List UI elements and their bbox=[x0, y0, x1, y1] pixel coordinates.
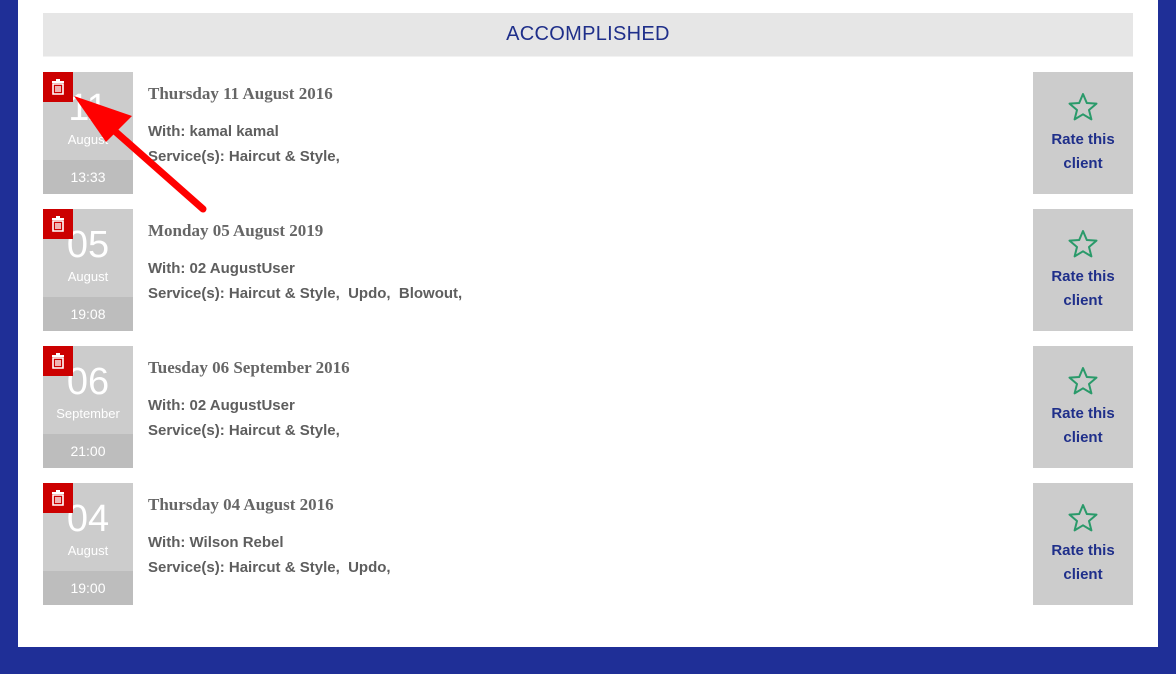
rate-label-line-1: Rate this bbox=[1051, 542, 1115, 559]
rate-client-label: Rate this client bbox=[1033, 402, 1133, 450]
date-month: September bbox=[56, 406, 120, 421]
rate-label-line-2: client bbox=[1063, 429, 1103, 446]
appointment-with: With: kamal kamal bbox=[148, 123, 279, 140]
date-badge: 06 September 21:00 bbox=[43, 346, 133, 468]
appointment-with: With: 02 AugustUser bbox=[148, 397, 295, 414]
delete-appointment-button[interactable] bbox=[43, 209, 73, 239]
appointment-card: 06 September 21:00 Tuesday 06 September … bbox=[43, 346, 1133, 468]
date-badge: 11 August 13:33 bbox=[43, 72, 133, 194]
appointment-date-title: Monday 05 August 2019 bbox=[148, 221, 324, 240]
trash-icon bbox=[52, 216, 64, 232]
appointment-services: Service(s): Haircut & Style, Updo, Blowo… bbox=[148, 285, 463, 302]
star-outline-icon bbox=[1068, 230, 1098, 258]
appointment-time: 19:08 bbox=[43, 297, 133, 331]
appointment-with: With: Wilson Rebel bbox=[148, 534, 284, 551]
rate-label-line-2: client bbox=[1063, 566, 1103, 583]
star-outline-icon bbox=[1068, 367, 1098, 395]
appointment-info: Thursday 11 August 2016 With: kamal kama… bbox=[148, 84, 948, 169]
appointment-time: 19:00 bbox=[43, 571, 133, 605]
appointment-info: Thursday 04 August 2016 With: Wilson Reb… bbox=[148, 495, 948, 580]
rate-label-line-2: client bbox=[1063, 292, 1103, 309]
appointment-services: Service(s): Haircut & Style, bbox=[148, 422, 340, 439]
date-badge: 04 August 19:00 bbox=[43, 483, 133, 605]
section-title: ACCOMPLISHED bbox=[506, 23, 670, 45]
trash-icon bbox=[52, 79, 64, 95]
date-month: August bbox=[67, 269, 109, 284]
appointment-card: 05 August 19:08 Monday 05 August 2019 Wi… bbox=[43, 209, 1133, 331]
delete-appointment-button[interactable] bbox=[43, 346, 73, 376]
rate-client-label: Rate this client bbox=[1033, 128, 1133, 176]
rate-label-line-1: Rate this bbox=[1051, 405, 1115, 422]
appointments-panel: ACCOMPLISHED 11 August 13:33 Thursday 11… bbox=[18, 0, 1158, 647]
appointment-card: 04 August 19:00 Thursday 04 August 2016 … bbox=[43, 483, 1133, 605]
appointment-services: Service(s): Haircut & Style, Updo, bbox=[148, 559, 391, 576]
trash-icon bbox=[52, 490, 64, 506]
appointment-time: 21:00 bbox=[43, 434, 133, 468]
rate-label-line-2: client bbox=[1063, 155, 1103, 172]
trash-icon bbox=[52, 353, 64, 369]
appointment-time: 13:33 bbox=[43, 160, 133, 194]
delete-appointment-button[interactable] bbox=[43, 483, 73, 513]
rate-client-button[interactable]: Rate this client bbox=[1033, 209, 1133, 331]
rate-client-button[interactable]: Rate this client bbox=[1033, 346, 1133, 468]
rate-client-label: Rate this client bbox=[1033, 265, 1133, 313]
appointment-date-title: Thursday 04 August 2016 bbox=[148, 495, 334, 514]
rate-client-button[interactable]: Rate this client bbox=[1033, 72, 1133, 194]
rate-client-label: Rate this client bbox=[1033, 539, 1133, 587]
appointment-services: Service(s): Haircut & Style, bbox=[148, 148, 340, 165]
section-header-accomplished: ACCOMPLISHED bbox=[43, 13, 1133, 57]
appointment-date-title: Tuesday 06 September 2016 bbox=[148, 358, 350, 377]
star-outline-icon bbox=[1068, 93, 1098, 121]
delete-appointment-button[interactable] bbox=[43, 72, 73, 102]
appointment-card: 11 August 13:33 Thursday 11 August 2016 … bbox=[43, 72, 1133, 194]
date-badge: 05 August 19:08 bbox=[43, 209, 133, 331]
date-month: August bbox=[67, 132, 109, 147]
appointment-info: Monday 05 August 2019 With: 02 AugustUse… bbox=[148, 221, 948, 306]
appointment-info: Tuesday 06 September 2016 With: 02 Augus… bbox=[148, 358, 948, 443]
rate-client-button[interactable]: Rate this client bbox=[1033, 483, 1133, 605]
date-month: August bbox=[67, 543, 109, 558]
appointment-with: With: 02 AugustUser bbox=[148, 260, 295, 277]
rate-label-line-1: Rate this bbox=[1051, 131, 1115, 148]
rate-label-line-1: Rate this bbox=[1051, 268, 1115, 285]
star-outline-icon bbox=[1068, 504, 1098, 532]
appointment-date-title: Thursday 11 August 2016 bbox=[148, 84, 333, 103]
